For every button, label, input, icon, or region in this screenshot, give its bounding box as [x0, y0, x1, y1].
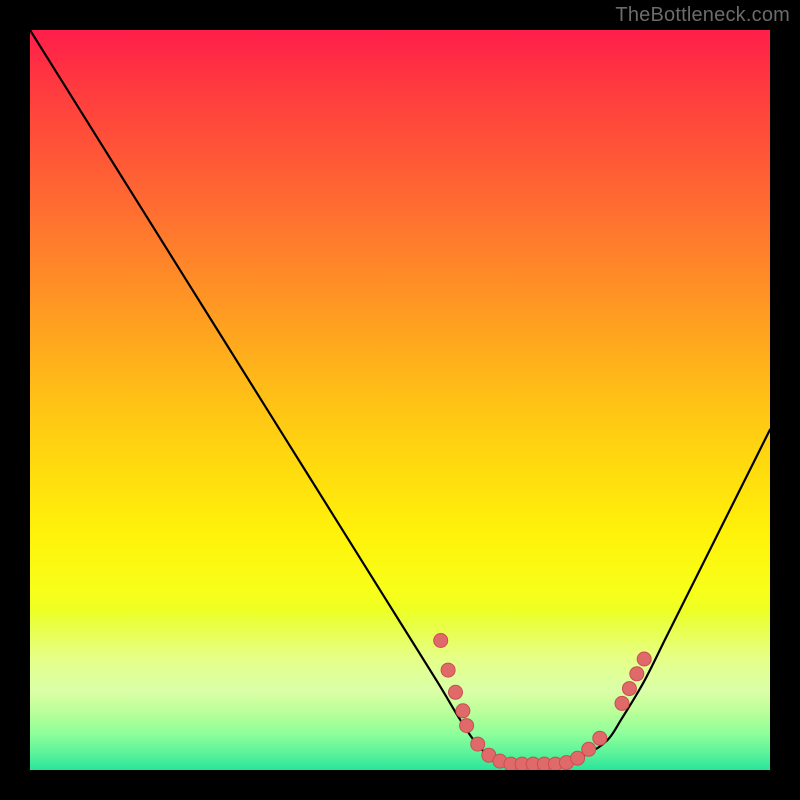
- watermark-text: TheBottleneck.com: [615, 4, 790, 27]
- data-dot: [460, 719, 474, 733]
- curve-layer: [30, 30, 770, 770]
- data-dot: [449, 685, 463, 699]
- data-dot: [456, 704, 470, 718]
- data-dot: [441, 663, 455, 677]
- chart-frame: TheBottleneck.com: [0, 0, 800, 800]
- data-dot: [630, 667, 644, 681]
- data-dot: [622, 682, 636, 696]
- data-dot: [434, 634, 448, 648]
- data-dot: [637, 652, 651, 666]
- plot-area: [30, 30, 770, 770]
- data-dots: [434, 634, 652, 771]
- data-dot: [582, 742, 596, 756]
- data-dot: [593, 731, 607, 745]
- data-dot: [471, 737, 485, 751]
- data-dot: [615, 696, 629, 710]
- bottleneck-curve: [30, 30, 770, 763]
